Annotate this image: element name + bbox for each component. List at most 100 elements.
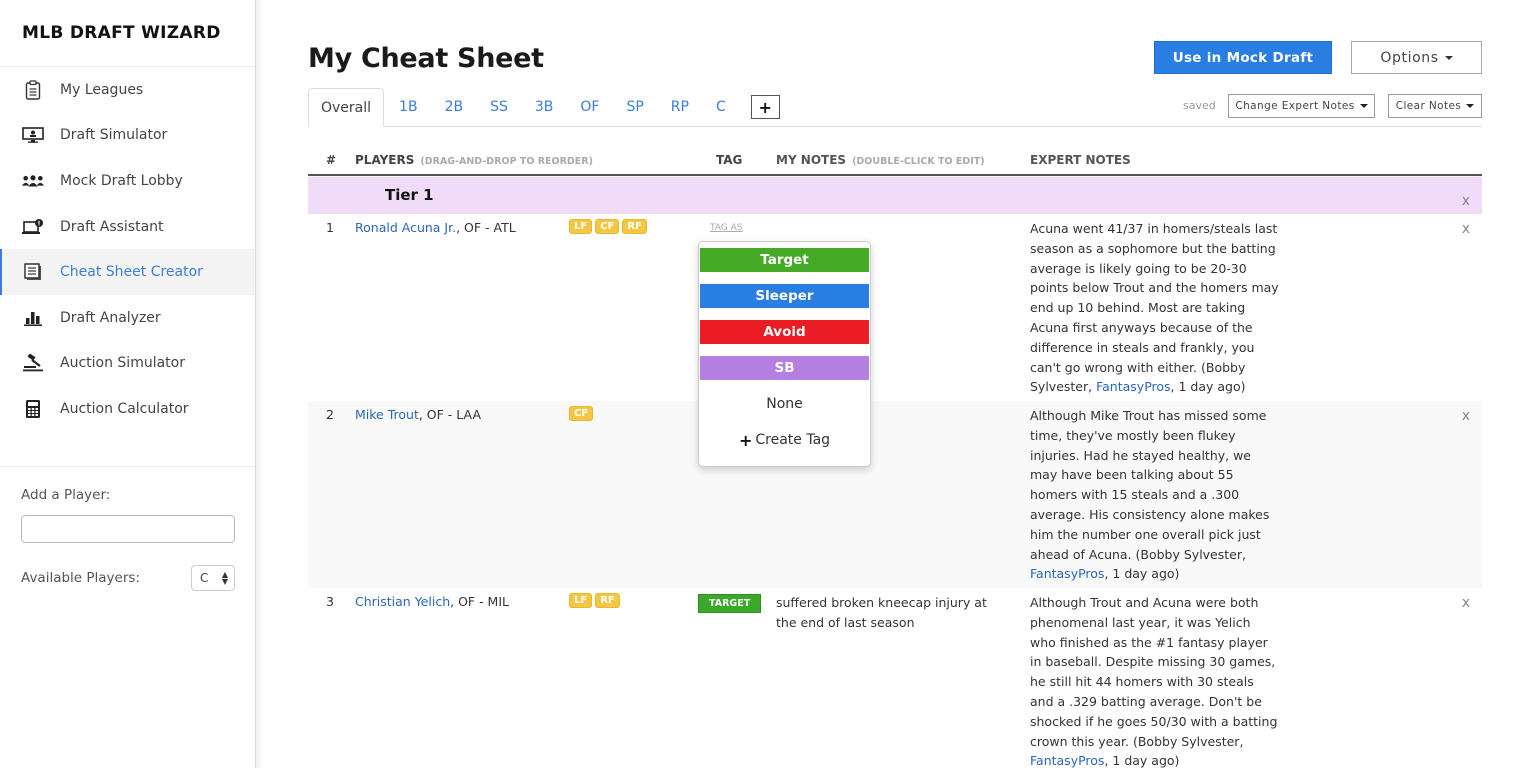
create-tag-label: Create Tag — [755, 432, 831, 448]
player-rank: 2 — [326, 407, 334, 422]
select-updown-icon: ▲ ▼ — [221, 570, 228, 586]
tab-sp[interactable]: SP — [614, 88, 655, 126]
col-rank: # — [326, 153, 337, 167]
expert-source-link[interactable]: FantasyPros — [1030, 566, 1104, 581]
tag-option-avoid[interactable]: Avoid — [700, 320, 869, 344]
remove-player-button[interactable]: x — [1462, 408, 1470, 424]
app-logo-title[interactable]: MLB DRAFT WIZARD — [22, 23, 221, 43]
player-team-info: , OF - LAA — [418, 407, 481, 422]
table-header: # PLAYERS (DRAG-AND-DROP TO REORDER) TAG … — [308, 148, 1482, 176]
position-badge: LF — [569, 593, 593, 608]
tab-ss[interactable]: SS — [478, 88, 520, 126]
sidebar-item-label: Draft Simulator — [60, 127, 168, 144]
position-badge: LF — [569, 219, 593, 234]
tab-1b[interactable]: 1B — [387, 88, 430, 126]
remove-player-button[interactable]: x — [1462, 221, 1470, 237]
expert-note-text: Although Mike Trout has missed some time… — [1030, 408, 1270, 562]
sidebar-item-label: Draft Assistant — [60, 218, 164, 235]
available-players-select[interactable]: C ▲ ▼ — [191, 565, 235, 591]
change-expert-notes-label: Change Expert Notes — [1235, 100, 1355, 112]
position-badge: CF — [569, 406, 594, 421]
position-badges: LF CF RF — [569, 219, 647, 234]
tab-overall[interactable]: Overall — [308, 88, 385, 127]
sidebar-item-draft-analyzer[interactable]: Draft Analyzer — [0, 295, 255, 341]
player-name-link[interactable]: Mike Trout — [355, 407, 419, 422]
col-my-notes: MY NOTES (DOUBLE-CLICK TO EDIT) — [776, 153, 985, 167]
col-players-label: PLAYERS — [355, 153, 415, 167]
sidebar-item-label: My Leagues — [60, 81, 144, 98]
tag-option-none[interactable]: None — [699, 392, 870, 416]
tab-3b[interactable]: 3B — [523, 88, 566, 126]
expert-notes-cell: Although Trout and Acuna were both pheno… — [1030, 593, 1280, 768]
sidebar-item-auction-simulator[interactable]: Auction Simulator — [0, 341, 255, 387]
sidebar-item-my-leagues[interactable]: My Leagues — [0, 67, 255, 113]
sidebar-item-label: Auction Simulator — [60, 355, 185, 372]
player-name-link[interactable]: Ronald Acuna Jr. — [355, 220, 456, 235]
table-row[interactable]: 2 Mike Trout, OF - LAA CF Although Mike … — [308, 401, 1482, 588]
table-row[interactable]: 3 Christian Yelich, OF - MIL LF RF TARGE… — [308, 588, 1482, 768]
expert-note-suffix: , 1 day ago) — [1104, 753, 1180, 768]
sidebar-item-label: Cheat Sheet Creator — [60, 264, 203, 281]
tag-as-link[interactable]: TAG AS — [710, 223, 743, 233]
sidebar-item-auction-calculator[interactable]: Auction Calculator — [0, 386, 255, 432]
sidebar-item-mock-draft-lobby[interactable]: Mock Draft Lobby — [0, 158, 255, 204]
remove-player-button[interactable]: x — [1462, 595, 1470, 611]
player-name-link[interactable]: Christian Yelich — [355, 594, 450, 609]
col-my-notes-hint: (DOUBLE-CLICK TO EDIT) — [852, 156, 985, 167]
expert-note-text: Acuna went 41/37 in homers/steals last s… — [1030, 221, 1279, 395]
calculator-icon — [22, 398, 44, 420]
col-players: PLAYERS (DRAG-AND-DROP TO REORDER) — [355, 153, 593, 167]
position-badges: LF RF — [569, 593, 620, 608]
sidebar-item-draft-assistant[interactable]: Draft Assistant — [0, 204, 255, 250]
tab-2b[interactable]: 2B — [433, 88, 476, 126]
expert-source-link[interactable]: FantasyPros — [1030, 753, 1104, 768]
table-row[interactable]: 1 Ronald Acuna Jr., OF - ATL LF CF RF TA… — [308, 214, 1482, 401]
users-group-icon — [22, 170, 44, 192]
player-rank: 1 — [326, 220, 334, 235]
sidebar-item-label: Draft Analyzer — [60, 309, 161, 326]
options-dropdown-button[interactable]: Options — [1351, 41, 1482, 74]
plus-icon: + — [738, 430, 753, 450]
tab-c[interactable]: C — [704, 88, 738, 126]
tab-of[interactable]: OF — [568, 88, 611, 126]
tag-option-sleeper[interactable]: Sleeper — [700, 284, 869, 308]
remove-tier-button[interactable]: x — [1462, 193, 1470, 209]
position-badge: CF — [595, 219, 620, 234]
tag-option-sb[interactable]: SB — [700, 356, 869, 380]
sidebar-item-cheat-sheet-creator[interactable]: Cheat Sheet Creator — [0, 249, 255, 295]
use-in-mock-draft-button[interactable]: Use in Mock Draft — [1154, 41, 1332, 74]
tier-row[interactable]: Tier 1 x — [308, 177, 1482, 214]
position-badges: CF — [569, 406, 594, 421]
available-players-label: Available Players: — [21, 570, 140, 586]
sidebar-item-draft-simulator[interactable]: Draft Simulator — [0, 113, 255, 159]
gavel-icon — [22, 352, 44, 374]
monitor-user-icon — [22, 124, 44, 146]
my-notes-cell[interactable]: suffered broken kneecap injury at the en… — [776, 593, 1011, 633]
clipboard-icon — [22, 79, 44, 101]
clear-notes-button[interactable]: Clear Notes — [1388, 94, 1482, 118]
tag-option-target[interactable]: Target — [700, 248, 869, 272]
change-expert-notes-button[interactable]: Change Expert Notes — [1228, 94, 1375, 118]
expert-note-suffix: , 1 day ago) — [1104, 566, 1180, 582]
caret-down-icon — [1444, 55, 1453, 60]
player-tools: Add a Player: Available Players: C ▲ ▼ — [0, 466, 256, 611]
brand-header: MLB DRAFT WIZARD — [0, 0, 255, 67]
expert-source-link[interactable]: FantasyPros — [1096, 379, 1170, 394]
player-cell: Mike Trout, OF - LAA — [355, 407, 481, 422]
col-expert-notes: EXPERT NOTES — [1030, 153, 1131, 167]
player-cell: Christian Yelich, OF - MIL — [355, 594, 509, 609]
create-tag-button[interactable]: + Create Tag — [699, 428, 870, 452]
add-tab-button[interactable]: + — [750, 95, 780, 119]
add-player-label: Add a Player: — [21, 487, 111, 503]
position-badge: RF — [622, 219, 647, 234]
tag-target-badge[interactable]: TARGET — [698, 594, 762, 613]
caret-down-icon — [1466, 104, 1475, 108]
tab-rp[interactable]: RP — [659, 88, 701, 126]
tier-label: Tier 1 — [385, 186, 434, 204]
expert-note-suffix: , 1 day ago) — [1170, 379, 1246, 395]
available-players-row: Available Players: C ▲ ▼ — [21, 565, 235, 591]
sidebar-item-label: Mock Draft Lobby — [60, 172, 183, 189]
tag-dropdown-menu: Target Sleeper Avoid SB None + Create Ta… — [698, 241, 871, 467]
player-rank: 3 — [326, 594, 334, 609]
add-player-input[interactable] — [21, 515, 235, 543]
